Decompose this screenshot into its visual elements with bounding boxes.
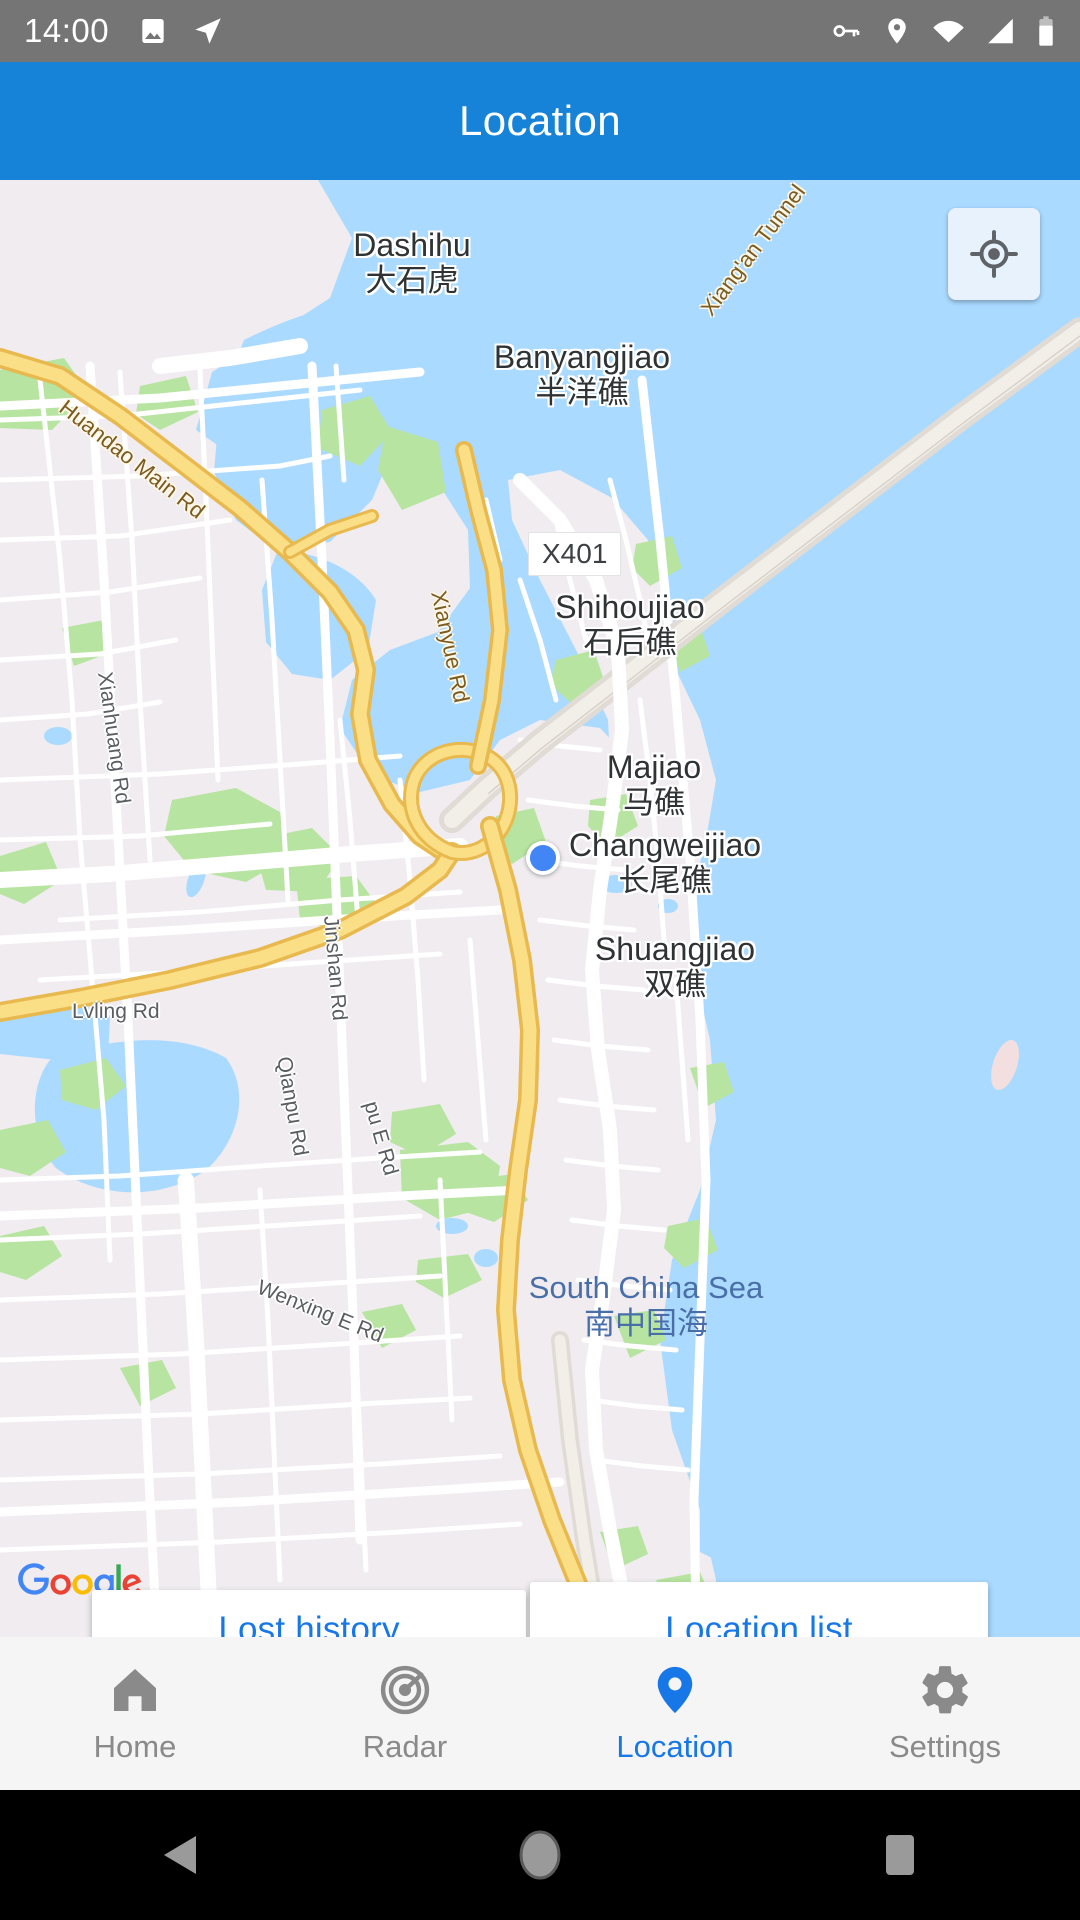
- status-bar: 14:00 x: [0, 0, 1080, 62]
- place-name-zh: 石后礁: [583, 624, 677, 660]
- place-name-zh: 半洋礁: [535, 374, 629, 410]
- sea-name-zh: 南中国海: [584, 1305, 708, 1341]
- cell-signal-icon: [988, 18, 1013, 44]
- status-clock: 14:00: [24, 12, 110, 49]
- place-name-en: Shihoujiao: [555, 589, 705, 625]
- map-place-shuangjiao: Shuangjiao 双礁: [540, 931, 810, 1003]
- my-location-crosshair-icon: [970, 230, 1018, 278]
- map-place-shihoujiao: Shihoujiao 石后礁: [500, 589, 760, 661]
- map-sea-label: South China Sea 南中国海: [520, 1270, 772, 1341]
- status-left-icons: [137, 14, 225, 48]
- home-circle-icon: [519, 1830, 561, 1880]
- image-icon: [142, 19, 164, 43]
- wifi-off-icon: x: [933, 20, 964, 44]
- recents-square-icon: [886, 1835, 914, 1875]
- vpn-key-icon: [833, 25, 860, 37]
- status-right-icons: x: [830, 15, 1056, 47]
- map-highway-shield: X401: [528, 532, 622, 576]
- nav-recents-button[interactable]: [720, 1832, 1080, 1878]
- place-name-en: Banyangjiao: [493, 339, 671, 375]
- tab-location[interactable]: Location: [540, 1662, 810, 1765]
- location-list-label: Location list: [665, 1610, 853, 1637]
- lost-history-label: Lost history: [218, 1610, 400, 1637]
- radar-icon: [380, 1665, 430, 1715]
- tab-home-label: Home: [93, 1729, 177, 1764]
- bottom-tab-bar: Home Radar Location Settings: [0, 1637, 1080, 1790]
- place-name-en: Majiao: [606, 749, 702, 785]
- svg-text:x: x: [957, 32, 963, 44]
- place-name-zh: 大石虎: [365, 262, 459, 298]
- tab-settings[interactable]: Settings: [810, 1662, 1080, 1765]
- nav-back-button[interactable]: [0, 1833, 360, 1877]
- sea-name-en: South China Sea: [528, 1270, 764, 1305]
- map-place-banyangjiao: Banyangjiao 半洋礁: [448, 339, 716, 411]
- place-name-en: Shuangjiao: [594, 931, 756, 967]
- tab-radar-label: Radar: [362, 1729, 448, 1764]
- nav-home-button[interactable]: [360, 1829, 720, 1881]
- tab-settings-label: Settings: [888, 1729, 1001, 1764]
- tab-location-label: Location: [616, 1729, 734, 1764]
- map-view[interactable]: Huandao Main Rd Xianyue Rd Xiang'an Tunn…: [0, 180, 1080, 1637]
- navigation-send-icon: [195, 18, 221, 44]
- map-place-dashihu: Dashihu 大石虎: [292, 227, 532, 299]
- location-list-button[interactable]: Location list: [530, 1582, 988, 1637]
- page-title: Location: [459, 97, 621, 144]
- tab-radar[interactable]: Radar: [270, 1662, 540, 1765]
- my-location-button[interactable]: [948, 208, 1040, 300]
- battery-icon: [1039, 16, 1053, 46]
- app-bar: Location: [0, 62, 1080, 180]
- location-pin-icon: [657, 1666, 693, 1714]
- map-place-majiao: Majiao 马礁: [548, 749, 760, 821]
- gear-icon: [922, 1666, 968, 1714]
- home-icon: [114, 1669, 156, 1711]
- back-triangle-icon: [164, 1836, 196, 1874]
- place-name-zh: 双礁: [644, 966, 706, 1002]
- place-name-zh: 马礁: [623, 784, 685, 820]
- place-name-en: Dashihu: [353, 227, 471, 263]
- current-location-marker: [526, 841, 560, 875]
- map-road-label-lvling: Lvling Rd: [72, 1000, 160, 1023]
- android-navigation-bar: [0, 1790, 1080, 1920]
- tab-home[interactable]: Home: [0, 1662, 270, 1765]
- phone-screen: 14:00 x Location Huandao Main Rd Xianyue…: [0, 0, 1080, 1920]
- lost-history-button[interactable]: Lost history: [92, 1590, 526, 1637]
- location-pin-icon: [888, 18, 906, 44]
